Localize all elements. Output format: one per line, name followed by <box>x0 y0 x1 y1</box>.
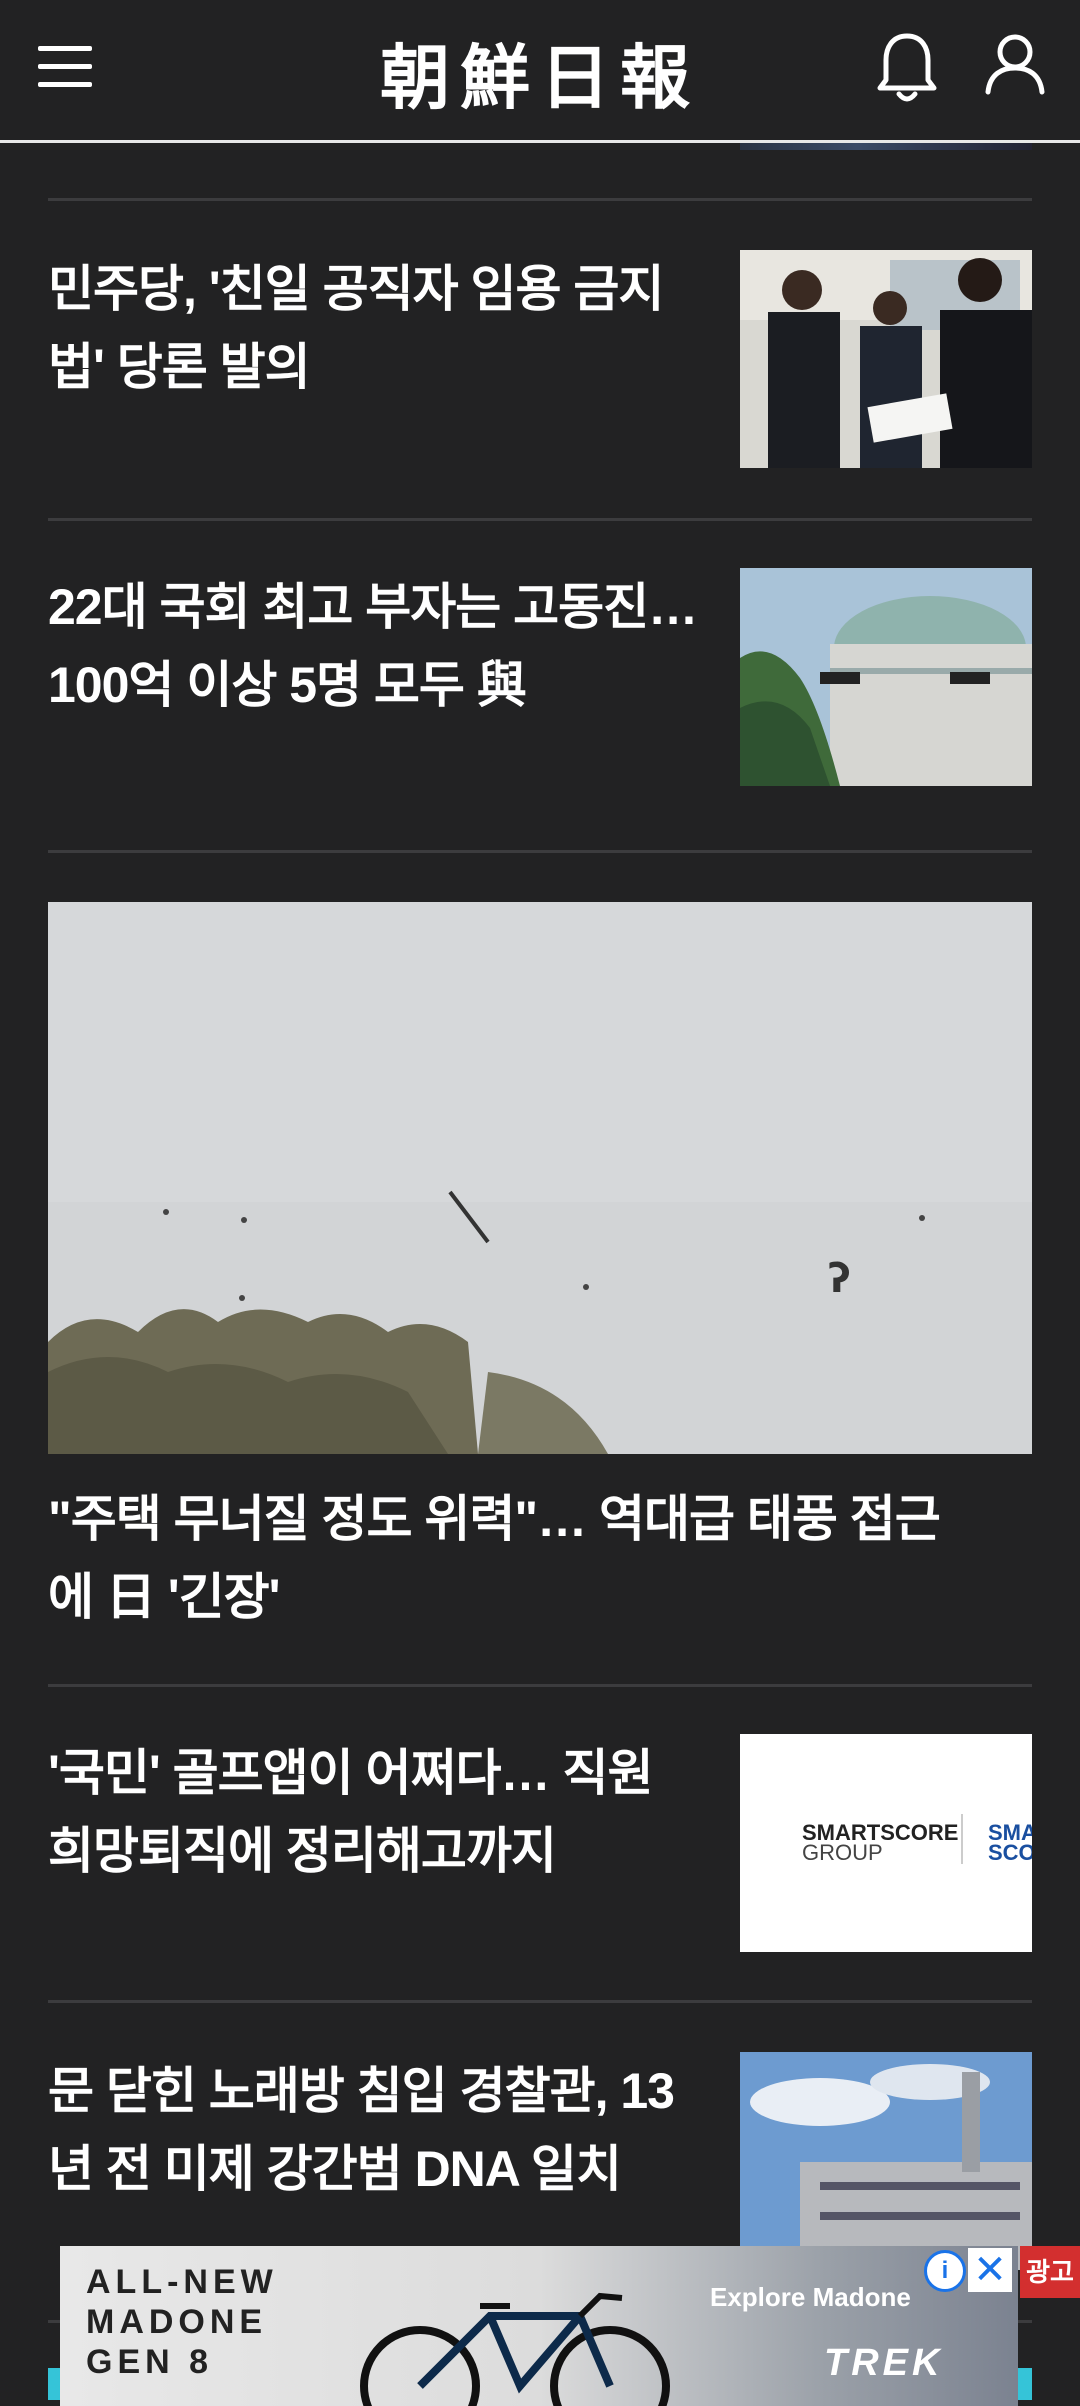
article-item[interactable]: 문 닫힌 노래방 침입 경찰관, 13년 전 미제 강간범 DNA 일치 <box>48 2052 1032 2270</box>
article-thumbnail[interactable] <box>740 2052 1032 2270</box>
article-headline[interactable]: '국민' 골프앱이 어쩌다… 직원 희망퇴직에 정리해고까지 <box>48 1734 708 1890</box>
smartscore-logo-subtext-2: SCO <box>988 1840 1032 1865</box>
ad-brand-logo: TREK <box>824 2342 944 2384</box>
divider <box>48 518 1032 521</box>
article-headline[interactable]: 민주당, '친일 공직자 임용 금지법' 당론 발의 <box>48 250 708 406</box>
ad-explore-link[interactable]: Explore Madone <box>710 2282 911 2313</box>
ad-line-1: ALL-NEW <box>86 2263 278 2301</box>
article-thumbnail[interactable] <box>740 568 1032 786</box>
ad-banner[interactable]: ALL-NEW MADONE GEN 8 Explore Madone TREK <box>60 2246 1018 2406</box>
article-thumbnail[interactable]: SMARTSCORE GROUP SMA SCO <box>740 1734 1032 1952</box>
article-headline[interactable]: "주택 무너질 정도 위력"… 역대급 태풍 접근에 日 '긴장' <box>48 1480 948 1636</box>
article-headline[interactable]: 문 닫힌 노래방 침입 경찰관, 13년 전 미제 강간범 DNA 일치 <box>48 2052 708 2208</box>
article-item[interactable]: 민주당, '친일 공직자 임용 금지법' 당론 발의 <box>48 250 1032 470</box>
divider <box>48 850 1032 853</box>
article-thumbnail[interactable] <box>740 250 1032 468</box>
svg-text:ʔ: ʔ <box>828 1256 851 1302</box>
ad-headline: ALL-NEW MADONE GEN 8 <box>86 2262 278 2382</box>
feature-article[interactable]: ʔ "주택 무너질 정도 위력"… 역대급 태풍 접근에 日 '긴장' <box>48 902 1032 1642</box>
user-icon[interactable] <box>982 28 1048 108</box>
top-header: 朝鮮日報 <box>0 0 1080 143</box>
bicycle-image <box>360 2292 670 2406</box>
divider <box>48 198 1032 201</box>
ad-line-2: MADONE <box>86 2303 268 2341</box>
article-item[interactable]: 22대 국회 최고 부자는 고동진… 100억 이상 5명 모두 與 <box>48 568 1032 808</box>
ad-close-icon[interactable]: ✕ <box>968 2248 1012 2292</box>
ad-info-icon[interactable]: i <box>924 2250 966 2292</box>
article-item[interactable]: '국민' 골프앱이 어쩌다… 직원 희망퇴직에 정리해고까지 SMARTSCOR… <box>48 1734 1032 1954</box>
smartscore-logo-subtext: GROUP <box>802 1840 883 1865</box>
feature-image[interactable]: ʔ <box>48 902 1032 1454</box>
ad-badge: 광고 <box>1020 2246 1080 2298</box>
divider <box>48 2000 1032 2003</box>
article-headline[interactable]: 22대 국회 최고 부자는 고동진… 100억 이상 5명 모두 與 <box>48 568 708 724</box>
bell-icon[interactable] <box>872 28 942 108</box>
divider <box>48 1684 1032 1687</box>
ad-line-3: GEN 8 <box>86 2343 214 2381</box>
